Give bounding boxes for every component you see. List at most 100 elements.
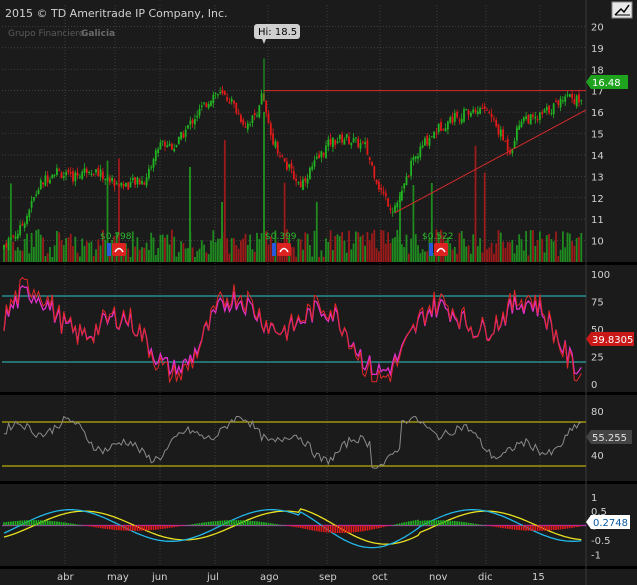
volume-bar: [235, 244, 238, 262]
macd-histogram-bar: [201, 522, 203, 526]
macd-histogram-bar: [320, 525, 323, 532]
candle-body: [267, 113, 270, 123]
candle-body: [136, 177, 139, 185]
volume-bar: [536, 240, 539, 262]
candle-body: [131, 177, 134, 181]
candle-body: [33, 197, 35, 201]
candle-body: [46, 175, 49, 183]
volume-bar: [527, 255, 530, 262]
volume-bar: [361, 234, 364, 262]
volume-bar: [21, 250, 24, 262]
candle-body: [65, 171, 67, 176]
candle-body: [23, 223, 26, 228]
macd-histogram-bar: [60, 522, 63, 526]
candle-body: [90, 173, 93, 175]
macd-tick-label: -1: [591, 550, 601, 561]
dividend-bar: [107, 243, 111, 256]
macd-histogram-bar: [65, 522, 67, 526]
macd-histogram-bar: [362, 525, 364, 532]
candle-body: [74, 172, 77, 182]
stoch-tick-label: 75: [591, 298, 604, 309]
candle-body: [72, 171, 74, 182]
macd-histogram-bar: [500, 525, 502, 528]
volume-bar: [578, 236, 580, 262]
volume-bar: [74, 236, 77, 262]
macd-histogram-bar: [447, 520, 449, 526]
volume-bar: [548, 233, 550, 262]
price-tick-label: 18: [591, 65, 604, 76]
macd-histogram-bar: [272, 523, 274, 526]
candle-body: [405, 176, 408, 186]
candle-body: [435, 132, 438, 134]
stoch-last-badge: 39.8305: [586, 332, 634, 346]
candle-body: [200, 105, 203, 108]
volume-bar: [200, 240, 203, 262]
volume-bar: [396, 229, 399, 262]
candle-body: [256, 115, 258, 117]
volume-bar: [175, 256, 178, 262]
candle-body: [421, 145, 424, 148]
volume-bar: [295, 256, 297, 262]
volume-bar: [421, 249, 424, 262]
volume-bar: [65, 238, 67, 262]
candle-body: [269, 123, 272, 136]
candle-body: [430, 136, 433, 138]
macd-histogram-bar: [532, 525, 534, 531]
macd-histogram-bar: [92, 525, 95, 528]
candle-body: [525, 116, 527, 119]
candle-body: [532, 114, 534, 117]
volume-bar: [504, 247, 507, 262]
macd-histogram-bar: [495, 525, 497, 528]
macd-histogram-bar: [207, 521, 210, 526]
volume-bar: [159, 234, 162, 262]
volume-bar: [497, 230, 500, 262]
candle-body: [95, 169, 97, 173]
candle-body: [85, 168, 88, 173]
volume-bar: [359, 236, 362, 262]
volume-bar: [42, 237, 44, 262]
candle-body: [187, 125, 189, 129]
macd-histogram-bar: [286, 525, 288, 526]
macd-histogram-bar: [375, 525, 378, 529]
volume-bar: [525, 231, 527, 262]
price-tick-label: 10: [591, 237, 604, 248]
candle-body: [506, 138, 509, 151]
candle-body: [279, 155, 281, 157]
candle-body: [108, 177, 111, 183]
volume-bar: [49, 247, 51, 262]
candle-body: [407, 175, 410, 177]
volume-bar: [495, 243, 498, 262]
macd-histogram-bar: [23, 520, 26, 526]
volume-bar: [403, 247, 406, 262]
volume-bar: [79, 256, 81, 262]
macd-histogram-bar: [51, 521, 54, 526]
dividend-bar: [429, 243, 433, 256]
candle-body: [164, 141, 166, 147]
volume-bar: [180, 241, 182, 262]
macd-histogram-bar: [214, 521, 217, 526]
candle-body: [557, 100, 560, 105]
macd-histogram-bar: [230, 520, 233, 526]
macd-histogram-bar: [198, 523, 201, 526]
month-label-nov: nov: [429, 572, 447, 583]
draw-tool-icon[interactable]: [611, 1, 633, 19]
macd-histogram-bar: [290, 525, 293, 527]
macd-histogram-bar: [440, 520, 442, 526]
volume-bar: [253, 251, 256, 262]
high-label-text: Hi: 18.5: [258, 27, 297, 38]
candle-body: [502, 129, 504, 141]
candle-body: [394, 205, 396, 213]
macd-histogram-bar: [502, 525, 504, 529]
month-label-jun: jun: [151, 572, 167, 583]
macd-histogram-bar: [520, 525, 523, 531]
macd-histogram-bar: [132, 525, 134, 531]
macd-histogram-bar: [513, 525, 516, 530]
candle-body: [463, 109, 465, 122]
candle-body: [79, 176, 81, 178]
candle-body: [564, 96, 567, 102]
macd-histogram-bar: [260, 521, 263, 526]
macd-histogram-bar: [431, 520, 433, 526]
macd-histogram-bar: [345, 525, 348, 533]
macd-histogram-bar: [419, 520, 422, 526]
macd-histogram-bar: [394, 524, 396, 526]
